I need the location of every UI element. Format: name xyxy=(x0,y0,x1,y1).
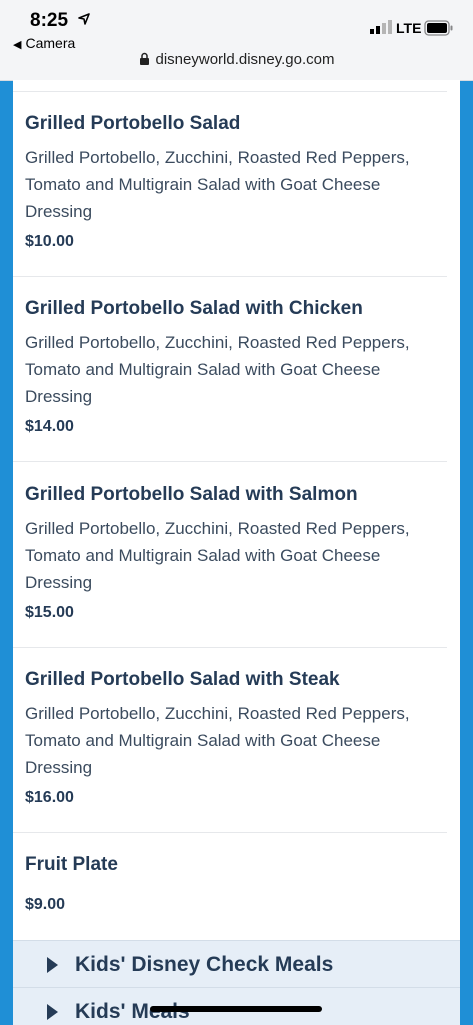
section-header-kids-disney-check-meals[interactable]: Kids' Disney Check Meals xyxy=(13,940,460,987)
address-bar[interactable]: disneyworld.disney.go.com xyxy=(0,51,473,70)
clock-time: 8:25 xyxy=(30,10,69,31)
menu-item-price: $15.00 xyxy=(25,604,74,621)
menu-item-name: Grilled Portobello Salad with Chicken xyxy=(25,298,363,319)
section-header-label: Kids' Disney Check Meals xyxy=(75,953,334,976)
menu-item-name: Fruit Plate xyxy=(25,854,118,875)
signal-icon xyxy=(370,20,392,39)
battery-icon xyxy=(424,20,454,41)
lock-icon xyxy=(139,52,150,70)
menu-item-price: $14.00 xyxy=(25,418,74,435)
menu-item-description: Grilled Portobello, Zucchini, Roasted Re… xyxy=(25,519,410,592)
back-to-app-link[interactable]: ◀ Camera xyxy=(13,35,75,51)
home-indicator[interactable] xyxy=(150,1006,322,1012)
status-bar: 8:25 ◀ Camera disneyworld.disney.go.com L… xyxy=(0,0,473,81)
url-text: disneyworld.disney.go.com xyxy=(155,51,335,68)
caret-right-icon xyxy=(47,957,58,973)
location-arrow-icon xyxy=(78,12,90,30)
menu-item-name: Grilled Portobello Salad with Steak xyxy=(25,669,340,690)
menu-item-description: Grilled Portobello, Zucchini, Roasted Re… xyxy=(25,148,410,221)
back-app-label: Camera xyxy=(25,35,76,51)
caret-right-icon xyxy=(47,1004,58,1020)
menu-item-price: $10.00 xyxy=(25,233,74,250)
menu-item: Grilled Portobello Salad with Salmon Gri… xyxy=(13,461,447,648)
menu-item-name: Grilled Portobello Salad with Salmon xyxy=(25,484,358,505)
section-header-label: Kids' Meals xyxy=(75,1000,190,1023)
menu-item-description: Grilled Portobello, Zucchini, Roasted Re… xyxy=(25,704,410,777)
menu-item: Grilled Portobello Salad Grilled Portobe… xyxy=(13,91,447,277)
menu-item: Grilled Portobello Salad with Chicken Gr… xyxy=(13,276,447,462)
back-triangle-icon: ◀ xyxy=(13,39,22,51)
menu-item-description: Grilled Portobello, Zucchini, Roasted Re… xyxy=(25,333,410,406)
menu-item-name: Grilled Portobello Salad xyxy=(25,113,241,134)
menu-item: Grilled Portobello Salad with Steak Gril… xyxy=(13,647,447,833)
menu-item-price: $9.00 xyxy=(25,896,66,913)
menu-item-price: $16.00 xyxy=(25,789,74,806)
network-type: LTE xyxy=(396,20,422,36)
menu-item: Fruit Plate $9.00 xyxy=(13,832,447,939)
